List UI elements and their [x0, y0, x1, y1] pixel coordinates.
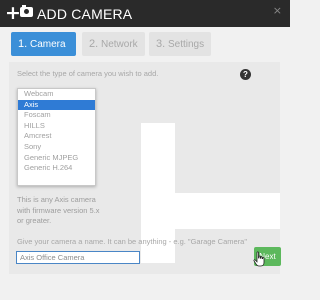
name-prompt: Give your camera a name. It can be anyth…: [17, 237, 248, 246]
tab-network[interactable]: 2. Network: [82, 32, 145, 56]
hand-cursor-icon: [253, 251, 265, 267]
camera-icon: [20, 5, 33, 17]
plus-icon: +: [5, 2, 21, 24]
camera-type-option[interactable]: Axis: [18, 99, 95, 111]
camera-type-option[interactable]: Amcrest: [18, 131, 95, 142]
camera-description: This is any Axis camera with firmware ve…: [17, 195, 100, 225]
tab-number: 1.: [18, 38, 28, 50]
watermark-plus-horizontal: [141, 193, 280, 229]
close-icon[interactable]: ×: [273, 4, 282, 17]
tab-label: Network: [100, 39, 138, 50]
camera-type-listbox[interactable]: Webcam Axis Foscam HILLS Amcrest Sony Generic …: [17, 88, 96, 186]
tab-number: 3.: [156, 38, 166, 50]
dialog-title: ADD CAMERA: [37, 6, 133, 22]
camera-type-option[interactable]: Foscam: [18, 110, 95, 121]
title-bar: + ADD CAMERA ×: [0, 0, 290, 27]
tab-settings[interactable]: 3. Settings: [149, 32, 211, 56]
camera-type-option[interactable]: Webcam: [18, 89, 95, 100]
camera-name-input[interactable]: [16, 251, 140, 264]
camera-type-option[interactable]: Generic H.264: [18, 163, 95, 174]
camera-type-option[interactable]: Generic MJPEG: [18, 153, 95, 164]
tab-camera-info[interactable]: 1. Camera Info: [11, 32, 76, 74]
camera-type-option[interactable]: HILLS: [18, 121, 95, 132]
help-icon[interactable]: ?: [240, 69, 251, 80]
camera-type-option[interactable]: Sony: [18, 142, 95, 153]
tab-label: Settings: [167, 39, 205, 50]
camera-type-prompt: Select the type of camera you wish to ad…: [17, 69, 159, 78]
tab-number: 2.: [89, 38, 99, 50]
